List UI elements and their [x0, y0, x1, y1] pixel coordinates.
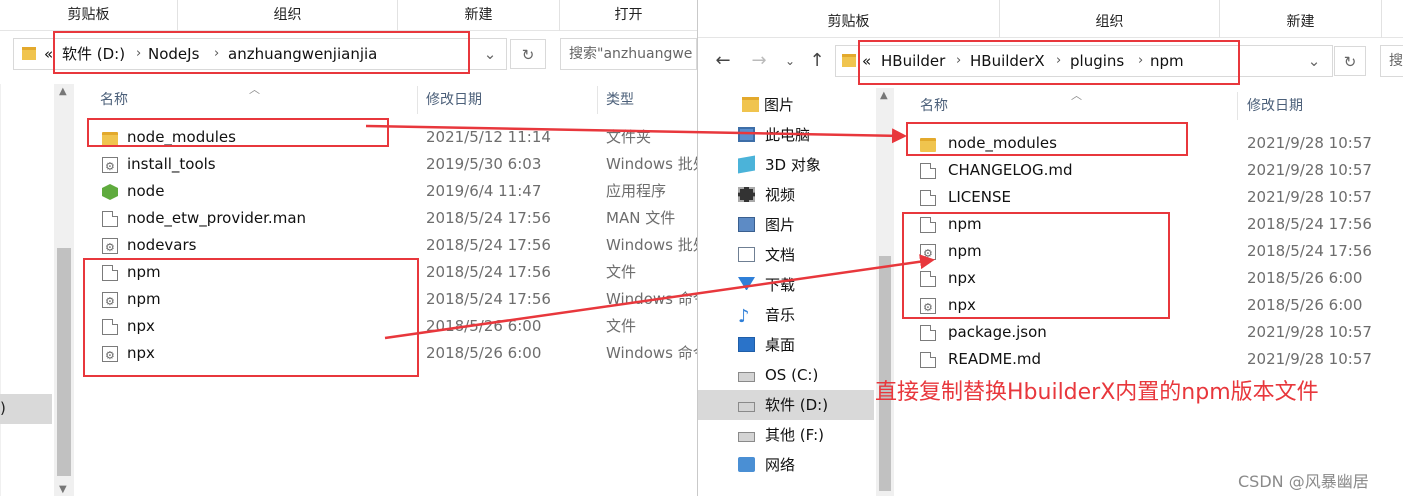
copy-arrows: [365, 124, 935, 340]
arrow-node-modules: [365, 124, 907, 144]
annotation-caption: 直接复制替换HbuilderX内置的npm版本文件: [875, 380, 1319, 405]
watermark: CSDN @风暴幽居: [1238, 472, 1369, 491]
arrow-npm-files: [384, 254, 935, 340]
